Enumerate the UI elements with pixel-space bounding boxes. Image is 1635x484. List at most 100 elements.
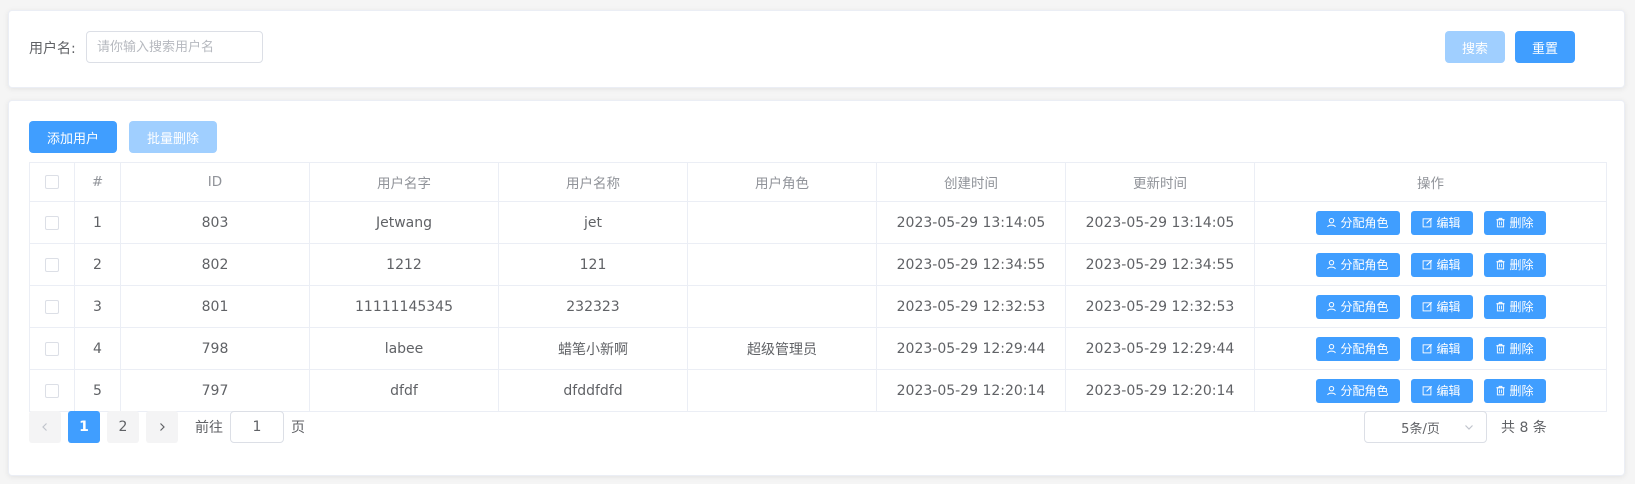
delete-button[interactable]: 删除: [1483, 378, 1546, 403]
cell-id: 798: [120, 327, 310, 370]
cell-index: 4: [74, 327, 121, 370]
select-all-cell[interactable]: [29, 162, 75, 202]
row-select-cell[interactable]: [29, 327, 75, 370]
page-size-select[interactable]: 5条/页: [1364, 411, 1487, 443]
cell-name: 121: [498, 243, 688, 286]
edit-button[interactable]: 编辑: [1410, 210, 1473, 235]
page-1-button[interactable]: 1: [68, 411, 100, 443]
search-button[interactable]: 搜索: [1445, 31, 1505, 63]
edit-button[interactable]: 编辑: [1410, 336, 1473, 361]
chevron-left-icon: [42, 423, 47, 431]
edit-button[interactable]: 编辑: [1410, 378, 1473, 403]
batch-delete-button[interactable]: 批量删除: [129, 121, 217, 153]
edit-label: 编辑: [1436, 216, 1461, 230]
cell-actions: 分配角色 编辑 删除: [1254, 327, 1607, 370]
cell-created: 2023-05-29 12:29:44: [876, 327, 1066, 370]
edit-label: 编辑: [1436, 342, 1461, 356]
header-name: 用户名称: [498, 162, 688, 202]
assign-role-button[interactable]: 分配角色: [1315, 252, 1400, 277]
edit-icon: [1423, 217, 1433, 228]
cell-role: [687, 285, 877, 328]
pagination: 1 2 前往 页 5条/页 共 8 条: [29, 411, 1606, 443]
add-user-button[interactable]: 添加用户: [29, 121, 117, 153]
user-icon: [1327, 301, 1337, 312]
edit-icon: [1423, 259, 1433, 270]
delete-button[interactable]: 删除: [1483, 210, 1546, 235]
search-panel: 用户名: 搜索 重置: [8, 10, 1625, 88]
user-table: # ID 用户名字 用户名称 用户角色 创建时间 更新时间 操作 1 803 Jet…: [29, 162, 1607, 412]
assign-role-label: 分配角色: [1340, 258, 1389, 272]
cell-created: 2023-05-29 12:34:55: [876, 243, 1066, 286]
cell-updated: 2023-05-29 12:29:44: [1065, 327, 1255, 370]
user-icon: [1327, 217, 1337, 228]
cell-actions: 分配角色 编辑 删除: [1254, 201, 1607, 244]
row-checkbox[interactable]: [45, 383, 59, 398]
table-header-row: # ID 用户名字 用户名称 用户角色 创建时间 更新时间 操作: [29, 162, 1607, 202]
page-size-value: 5条/页: [1401, 421, 1440, 437]
page-2-button[interactable]: 2: [107, 411, 139, 443]
cell-username: Jetwang: [309, 201, 499, 244]
select-all-checkbox[interactable]: [45, 175, 59, 189]
edit-label: 编辑: [1436, 384, 1461, 398]
goto-page-input[interactable]: [230, 411, 284, 443]
assign-role-button[interactable]: 分配角色: [1315, 378, 1400, 403]
assign-role-button[interactable]: 分配角色: [1315, 294, 1400, 319]
cell-role: [687, 369, 877, 412]
table-row: 1 803 Jetwang jet 2023-05-29 13:14:05 2023-05…: [29, 201, 1607, 244]
delete-label: 删除: [1509, 216, 1534, 230]
cell-updated: 2023-05-29 12:20:14: [1065, 369, 1255, 412]
delete-label: 删除: [1509, 342, 1534, 356]
next-page-button[interactable]: [146, 411, 178, 443]
cell-actions: 分配角色 编辑 删除: [1254, 369, 1607, 412]
cell-updated: 2023-05-29 13:14:05: [1065, 201, 1255, 244]
trash-icon: [1496, 217, 1506, 228]
row-select-cell[interactable]: [29, 285, 75, 328]
row-checkbox[interactable]: [45, 215, 59, 230]
assign-role-button[interactable]: 分配角色: [1315, 210, 1400, 235]
delete-button[interactable]: 删除: [1483, 336, 1546, 361]
row-checkbox[interactable]: [45, 341, 59, 356]
delete-label: 删除: [1509, 384, 1534, 398]
cell-name: jet: [498, 201, 688, 244]
row-select-cell[interactable]: [29, 201, 75, 244]
row-checkbox[interactable]: [45, 299, 59, 314]
edit-label: 编辑: [1436, 258, 1461, 272]
cell-index: 1: [74, 201, 121, 244]
table-row: 5 797 dfdf dfddfdfd 2023-05-29 12:20:14 2023-…: [29, 369, 1607, 412]
edit-label: 编辑: [1436, 300, 1461, 314]
cell-updated: 2023-05-29 12:32:53: [1065, 285, 1255, 328]
header-actions: 操作: [1254, 162, 1607, 202]
trash-icon: [1496, 259, 1506, 270]
header-username: 用户名字: [309, 162, 499, 202]
edit-button[interactable]: 编辑: [1410, 294, 1473, 319]
page-suffix: 页: [291, 420, 305, 436]
user-table-panel: 添加用户 批量删除 # ID 用户名字 用户名称 用户角色 创建时间 更新时间: [8, 100, 1625, 476]
cell-id: 802: [120, 243, 310, 286]
table-row: 2 802 1212 121 2023-05-29 12:34:55 2023-05-29…: [29, 243, 1607, 286]
row-select-cell[interactable]: [29, 369, 75, 412]
prev-page-button[interactable]: [29, 411, 61, 443]
header-updated: 更新时间: [1065, 162, 1255, 202]
cell-index: 3: [74, 285, 121, 328]
cell-username: 1212: [309, 243, 499, 286]
cell-username: labee: [309, 327, 499, 370]
delete-button[interactable]: 删除: [1483, 294, 1546, 319]
header-created: 创建时间: [876, 162, 1066, 202]
user-icon: [1327, 259, 1337, 270]
row-select-cell[interactable]: [29, 243, 75, 286]
username-search-input[interactable]: [86, 31, 263, 63]
delete-label: 删除: [1509, 258, 1534, 272]
total-count: 共 8 条: [1501, 420, 1547, 436]
cell-index: 2: [74, 243, 121, 286]
edit-icon: [1423, 343, 1433, 354]
assign-role-button[interactable]: 分配角色: [1315, 336, 1400, 361]
delete-button[interactable]: 删除: [1483, 252, 1546, 277]
trash-icon: [1496, 385, 1506, 396]
reset-button[interactable]: 重置: [1515, 31, 1575, 63]
goto-label: 前往: [195, 420, 223, 436]
chevron-right-icon: [160, 423, 165, 431]
row-checkbox[interactable]: [45, 257, 59, 272]
cell-name: 蜡笔小新啊: [498, 327, 688, 370]
edit-button[interactable]: 编辑: [1410, 252, 1473, 277]
assign-role-label: 分配角色: [1340, 342, 1389, 356]
